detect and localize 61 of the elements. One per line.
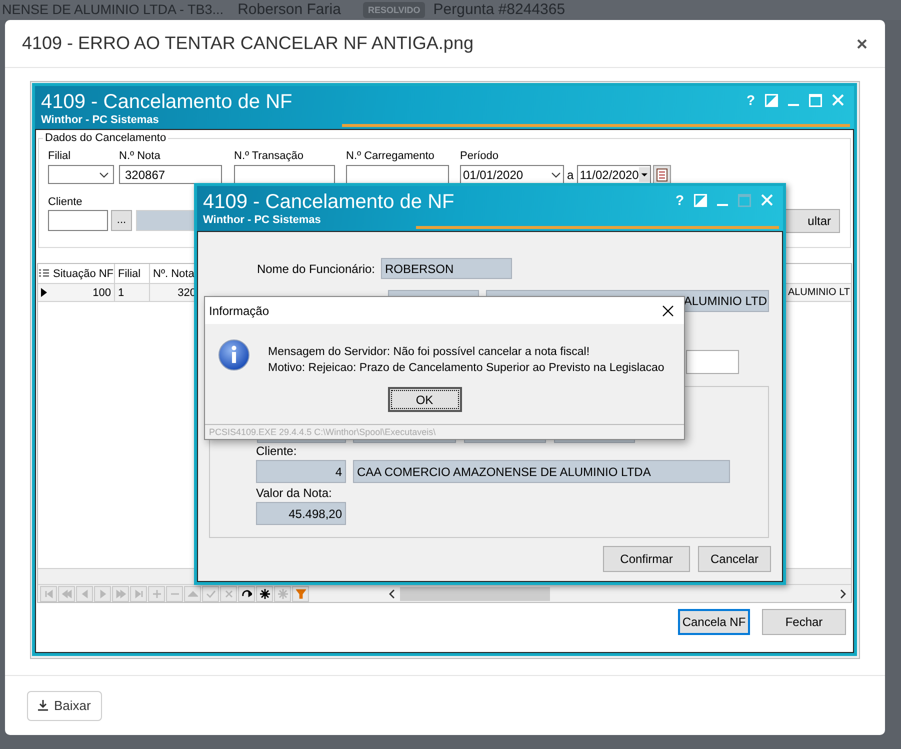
employee-field[interactable]: ROBERSON	[381, 258, 512, 279]
table-cell: 1	[115, 284, 150, 301]
navigator-button[interactable]	[256, 586, 273, 602]
window-subtitle: Winthor - PC Sistemas	[41, 114, 160, 127]
chevron-down-icon	[551, 172, 561, 178]
window-title: 4109 - Cancelamento de NF	[41, 90, 292, 114]
date-picker[interactable]: 01/01/2020	[460, 165, 564, 184]
column-header[interactable]: Situação NF	[50, 264, 115, 283]
column-header[interactable]: Filial	[115, 264, 150, 283]
date-picker[interactable]: 11/02/2020	[576, 165, 651, 184]
restore-icon[interactable]	[694, 194, 707, 206]
ok-button[interactable]: OK	[388, 387, 462, 412]
calendar-icon[interactable]	[652, 165, 671, 184]
client-code-input[interactable]	[48, 210, 108, 231]
navigator-button[interactable]	[238, 586, 255, 602]
download-icon	[38, 700, 48, 711]
close-icon[interactable]	[856, 38, 868, 50]
agent-name: Roberson Faria	[238, 0, 341, 20]
text-input[interactable]	[234, 165, 335, 184]
range-separator: a	[567, 166, 574, 184]
scroll-left-icon[interactable]	[388, 588, 396, 598]
message-text: Mensagem do Servidor: Não foi possível cancelar a nota fiscal!	[268, 345, 591, 360]
column-chooser-icon[interactable]	[39, 268, 49, 278]
info-icon	[218, 339, 250, 371]
amount-field[interactable]: 45.498,20	[256, 502, 346, 525]
text-input[interactable]: 320867	[119, 165, 222, 184]
window-subtitle: Winthor - PC Sistemas	[203, 214, 322, 227]
client-name-field[interactable]: CAA COMERCIO AMAZONENSE DE ALUMINIO LTDA	[353, 460, 730, 483]
dialog-title: Informação	[209, 302, 270, 320]
modal-title: 4109 - ERRO AO TENTAR CANCELAR NF ANTIGA.png	[22, 32, 474, 55]
window-title: 4109 - Cancelamento de NF	[203, 190, 454, 214]
download-button[interactable]: Baixar	[27, 690, 102, 720]
scroll-right-icon[interactable]	[839, 588, 847, 598]
message-text: Motivo: Rejeicao: Prazo de Cancelamento Superior ao Previsto na Legislacao	[268, 361, 664, 376]
field-label: N.º Carregamento	[346, 149, 436, 163]
field-label: Cliente	[48, 195, 82, 209]
status-text: PCSIS4109.EXE 29.4.4.5 C:\Winthor\Spool\Executaveis\	[205, 424, 684, 439]
chevron-down-icon	[99, 172, 109, 178]
cancel-button[interactable]: Cancelar	[698, 546, 771, 572]
field-label: Valor da Nota:	[256, 486, 333, 500]
restore-icon[interactable]	[765, 94, 778, 106]
table-cell-text: ALUMINIO LT	[786, 286, 851, 300]
field-label: Nome do Funcionário:	[256, 260, 376, 278]
cancel-invoice-button[interactable]: Cancela NF	[678, 609, 750, 635]
text-input[interactable]	[346, 165, 449, 184]
text-input[interactable]	[686, 350, 739, 374]
confirm-button[interactable]: Confirmar	[603, 546, 690, 572]
filial-dropdown[interactable]	[48, 165, 114, 184]
field-label: Período	[460, 149, 500, 163]
status-badge: RESOLVIDO	[362, 2, 426, 18]
question-number: Pergunta #8244365	[433, 0, 566, 20]
close-button[interactable]: Fechar	[762, 609, 846, 635]
scrollbar-thumb[interactable]	[400, 586, 550, 600]
client-code-field[interactable]: 4	[256, 460, 346, 483]
lookup-button[interactable]: ...	[111, 210, 132, 231]
close-icon[interactable]	[662, 304, 674, 316]
field-label: Filial	[48, 149, 72, 163]
field-label: N.º Nota	[119, 149, 162, 163]
table-cell: 100	[50, 284, 115, 301]
field-label: N.º Transação	[234, 149, 304, 163]
field-label: Cliente:	[256, 444, 298, 458]
